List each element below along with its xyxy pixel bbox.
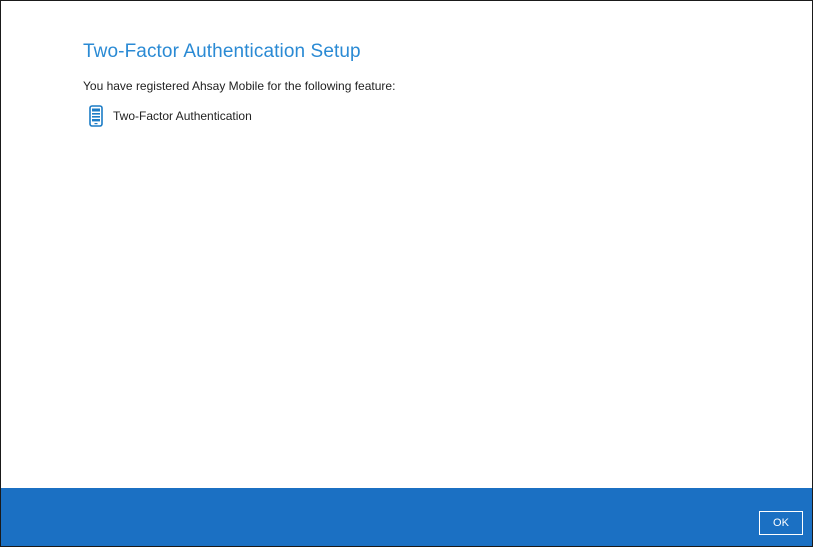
two-factor-setup-dialog: Two-Factor Authentication Setup You have… — [0, 0, 813, 547]
registration-message: You have registered Ahsay Mobile for the… — [83, 79, 396, 93]
dialog-content: Two-Factor Authentication Setup You have… — [1, 1, 812, 488]
footer-bar: OK — [1, 488, 812, 546]
mobile-phone-icon — [89, 105, 103, 127]
ok-button[interactable]: OK — [759, 511, 803, 535]
page-title: Two-Factor Authentication Setup — [83, 41, 361, 62]
feature-item-two-factor: Two-Factor Authentication — [89, 105, 252, 127]
feature-label: Two-Factor Authentication — [113, 109, 252, 123]
